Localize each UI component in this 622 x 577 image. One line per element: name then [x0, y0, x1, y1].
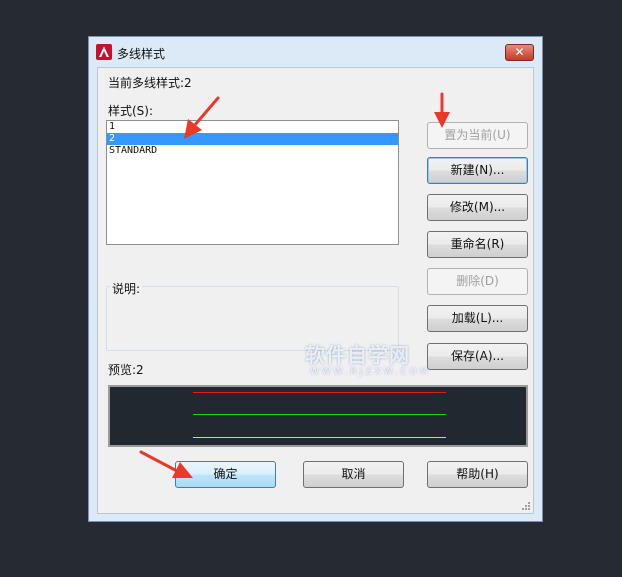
- preview-pane: [108, 385, 528, 447]
- dialog-client-area: 当前多线样式:2 样式(S): 1 2 STANDARD 说明: 预览:2 置为…: [97, 67, 534, 514]
- save-button[interactable]: 保存(A)...: [427, 343, 528, 370]
- multiline-style-dialog: 多线样式 ✕ 当前多线样式:2 样式(S): 1 2 STANDARD 说明: …: [88, 36, 543, 522]
- site-watermark-url: WWW.RJZXW.COM: [310, 367, 431, 377]
- set-current-button[interactable]: 置为当前(U): [427, 122, 528, 149]
- preview-line-yellow: [193, 437, 446, 438]
- list-item-1[interactable]: 1: [107, 121, 398, 133]
- close-icon: ✕: [514, 45, 525, 59]
- styles-label: 样式(S):: [108, 104, 154, 118]
- rename-button[interactable]: 重命名(R): [427, 231, 528, 258]
- load-button[interactable]: 加载(L)...: [427, 305, 528, 332]
- modify-button[interactable]: 修改(M)...: [427, 194, 528, 221]
- ok-button[interactable]: 确定: [175, 461, 276, 488]
- resize-grip-icon[interactable]: [520, 500, 530, 510]
- list-item-standard[interactable]: STANDARD: [107, 145, 398, 157]
- window-title: 多线样式: [117, 47, 166, 61]
- current-style-row: 当前多线样式:2: [108, 74, 192, 91]
- delete-button[interactable]: 删除(D): [427, 268, 528, 295]
- preview-line-green: [193, 414, 446, 415]
- new-button[interactable]: 新建(N)...: [427, 157, 528, 184]
- preview-style-name: 2: [136, 363, 144, 377]
- current-style-label: 当前多线样式:: [108, 76, 185, 90]
- styles-listbox[interactable]: 1 2 STANDARD: [106, 120, 399, 245]
- close-button[interactable]: ✕: [505, 44, 534, 61]
- current-style-value: 2: [184, 76, 192, 90]
- preview-label-row: 预览:2: [108, 361, 144, 378]
- list-item-2-selected[interactable]: 2: [107, 133, 398, 145]
- title-bar[interactable]: 多线样式 ✕: [89, 37, 542, 67]
- preview-label: 预览:: [108, 363, 137, 377]
- description-label: 说明:: [110, 280, 143, 297]
- help-button[interactable]: 帮助(H): [427, 461, 528, 488]
- autocad-logo-icon: [96, 44, 112, 60]
- cancel-button[interactable]: 取消: [303, 461, 404, 488]
- site-watermark: 软件自学网: [305, 343, 410, 367]
- preview-line-red: [193, 392, 446, 393]
